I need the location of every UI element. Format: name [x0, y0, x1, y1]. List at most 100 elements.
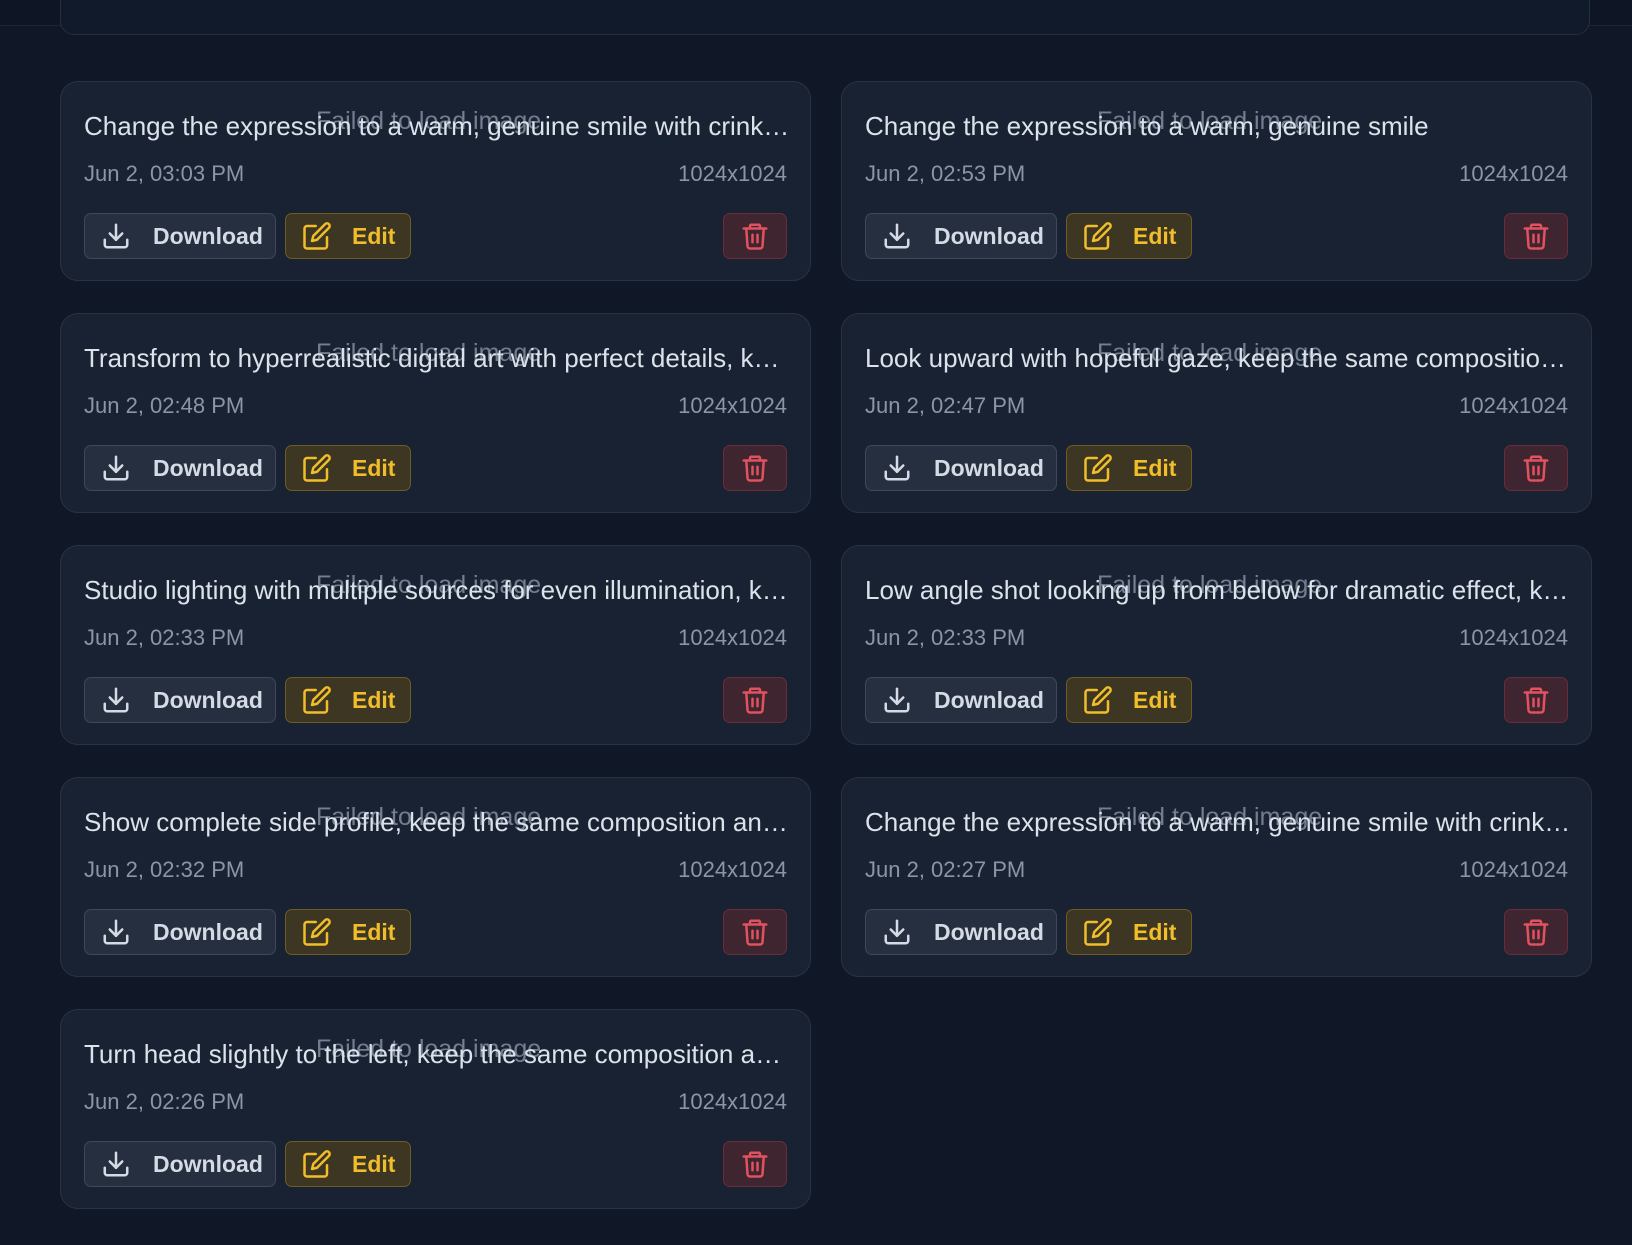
timestamp: Jun 2, 02:27 PM	[865, 857, 1026, 882]
image-grid: Failed to load image Change the expressi…	[60, 81, 1592, 1209]
delete-button[interactable]	[723, 909, 787, 955]
download-label: Download	[153, 918, 263, 945]
edit-button[interactable]: Edit	[1066, 213, 1192, 259]
delete-button[interactable]	[1504, 213, 1568, 259]
download-label: Download	[934, 222, 1044, 249]
image-size: 1024x1024	[678, 857, 787, 882]
image-size: 1024x1024	[1459, 161, 1568, 186]
image-card: Failed to load image Show complete side …	[60, 777, 811, 977]
download-button[interactable]: Download	[84, 677, 276, 723]
delete-button[interactable]	[723, 445, 787, 491]
delete-button[interactable]	[1504, 677, 1568, 723]
delete-button[interactable]	[1504, 445, 1568, 491]
download-button[interactable]: Download	[865, 213, 1057, 259]
edit-icon	[302, 685, 332, 715]
image-size: 1024x1024	[678, 393, 787, 418]
image-size: 1024x1024	[678, 625, 787, 650]
edit-button[interactable]: Edit	[285, 677, 411, 723]
image-card: Failed to load image Studio lighting wit…	[60, 545, 811, 745]
edit-label: Edit	[352, 1150, 396, 1177]
image-card: Failed to load image Change the expressi…	[841, 777, 1592, 977]
download-icon	[101, 1149, 131, 1179]
edit-button[interactable]: Edit	[285, 213, 411, 259]
download-label: Download	[934, 918, 1044, 945]
edit-button[interactable]: Edit	[285, 909, 411, 955]
download-button[interactable]: Download	[865, 909, 1057, 955]
image-card: Failed to load image Transform to hyperr…	[60, 313, 811, 513]
trash-icon	[740, 685, 770, 715]
edit-label: Edit	[1133, 454, 1177, 481]
edit-label: Edit	[1133, 222, 1177, 249]
image-card: Failed to load image Change the expressi…	[841, 81, 1592, 281]
edit-label: Edit	[352, 454, 396, 481]
edit-label: Edit	[352, 918, 396, 945]
image-size: 1024x1024	[1459, 625, 1568, 650]
image-size: 1024x1024	[1459, 857, 1568, 882]
prompt-text: Look upward with hopeful gaze, keep the …	[865, 343, 1571, 373]
edit-button[interactable]: Edit	[1066, 677, 1192, 723]
edit-icon	[1083, 221, 1113, 251]
download-button[interactable]: Download	[84, 445, 276, 491]
download-label: Download	[153, 222, 263, 249]
prompt-text: Turn head slightly to the left, keep the…	[84, 1039, 790, 1069]
timestamp: Jun 2, 02:48 PM	[84, 393, 245, 418]
edit-button[interactable]: Edit	[285, 445, 411, 491]
timestamp: Jun 2, 02:33 PM	[865, 625, 1026, 650]
trash-icon	[740, 1149, 770, 1179]
edit-label: Edit	[352, 686, 396, 713]
download-button[interactable]: Download	[865, 445, 1057, 491]
image-size: 1024x1024	[1459, 393, 1568, 418]
trash-icon	[740, 917, 770, 947]
timestamp: Jun 2, 02:47 PM	[865, 393, 1026, 418]
image-card: Failed to load image Look upward with ho…	[841, 313, 1592, 513]
edit-button[interactable]: Edit	[285, 1141, 411, 1187]
download-icon	[882, 917, 912, 947]
trash-icon	[740, 453, 770, 483]
edit-icon	[1083, 453, 1113, 483]
download-label: Download	[934, 454, 1044, 481]
trash-icon	[1521, 453, 1551, 483]
delete-button[interactable]	[723, 1141, 787, 1187]
edit-icon	[302, 221, 332, 251]
image-size: 1024x1024	[678, 161, 787, 186]
download-icon	[882, 685, 912, 715]
trash-icon	[1521, 221, 1551, 251]
download-icon	[101, 917, 131, 947]
download-button[interactable]: Download	[865, 677, 1057, 723]
image-card: Failed to load image Turn head slightly …	[60, 1009, 811, 1209]
edit-button[interactable]: Edit	[1066, 909, 1192, 955]
download-button[interactable]: Download	[84, 1141, 276, 1187]
download-icon	[882, 221, 912, 251]
download-label: Download	[153, 686, 263, 713]
download-icon	[882, 453, 912, 483]
edit-icon	[1083, 685, 1113, 715]
edit-icon	[302, 917, 332, 947]
download-label: Download	[153, 1150, 263, 1177]
timestamp: Jun 2, 02:26 PM	[84, 1089, 245, 1114]
download-label: Download	[934, 686, 1044, 713]
edit-icon	[302, 453, 332, 483]
prompt-text: Low angle shot looking up from below for…	[865, 575, 1571, 605]
delete-button[interactable]	[723, 213, 787, 259]
edit-label: Edit	[1133, 686, 1177, 713]
top-panel	[60, 0, 1590, 35]
trash-icon	[740, 221, 770, 251]
delete-button[interactable]	[723, 677, 787, 723]
download-icon	[101, 221, 131, 251]
edit-button[interactable]: Edit	[1066, 445, 1192, 491]
timestamp: Jun 2, 02:32 PM	[84, 857, 245, 882]
timestamp: Jun 2, 03:03 PM	[84, 161, 245, 186]
prompt-text: Show complete side profile, keep the sam…	[84, 807, 790, 837]
image-size: 1024x1024	[678, 1089, 787, 1114]
download-button[interactable]: Download	[84, 909, 276, 955]
prompt-text: Change the expression to a warm, genuine…	[865, 111, 1429, 141]
download-button[interactable]: Download	[84, 213, 276, 259]
edit-label: Edit	[1133, 918, 1177, 945]
image-card: Failed to load image Low angle shot look…	[841, 545, 1592, 745]
download-icon	[101, 453, 131, 483]
image-card: Failed to load image Change the expressi…	[60, 81, 811, 281]
delete-button[interactable]	[1504, 909, 1568, 955]
edit-icon	[1083, 917, 1113, 947]
trash-icon	[1521, 685, 1551, 715]
download-label: Download	[153, 454, 263, 481]
